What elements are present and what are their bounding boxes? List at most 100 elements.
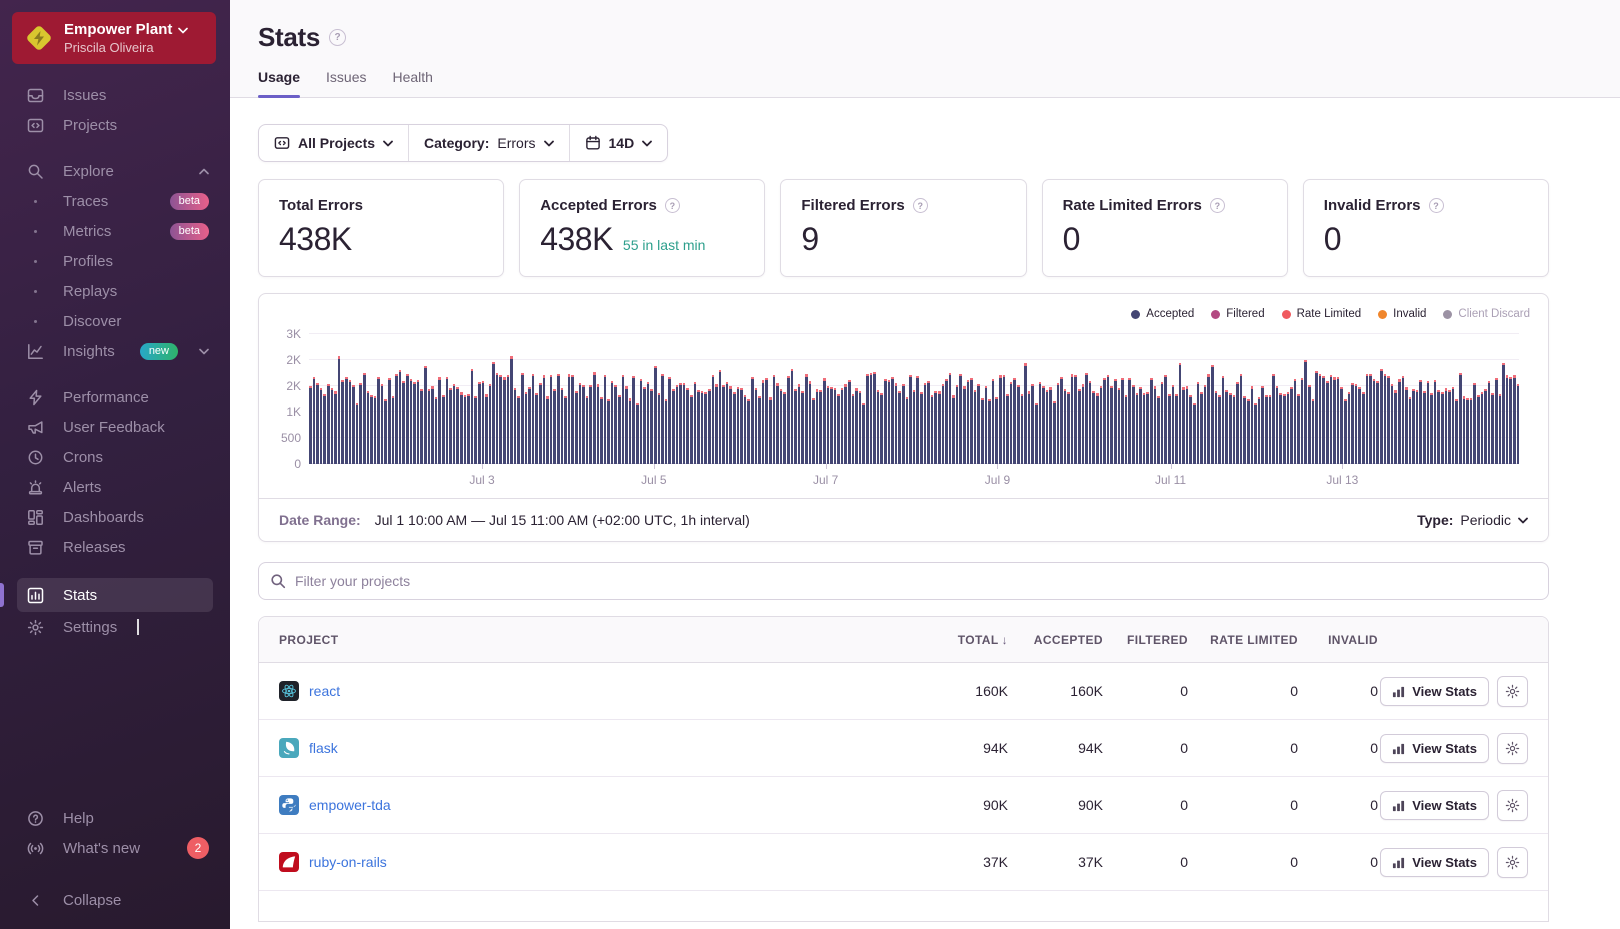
project-link[interactable]: react [309, 683, 340, 699]
chart-bar [1495, 378, 1498, 464]
chart-bar [428, 389, 431, 464]
tab-usage[interactable]: Usage [258, 69, 300, 97]
project-settings-button[interactable] [1497, 847, 1528, 878]
chart-bar [309, 386, 312, 464]
x-axis-tick-label: Jul 3 [469, 473, 494, 487]
sidebar-item-replays[interactable]: Replays [17, 276, 213, 306]
chart-bar [1297, 394, 1300, 464]
chart-bar [1179, 363, 1182, 464]
project-search-input[interactable] [258, 562, 1549, 600]
chart-bar [1175, 394, 1178, 464]
chart-bar [1114, 379, 1117, 464]
chart-bar [575, 391, 578, 464]
chart-bar [683, 383, 686, 464]
chart-bar [640, 379, 643, 464]
chart-bar [834, 388, 837, 464]
sidebar-item-stats[interactable]: Stats [17, 578, 213, 612]
project-link[interactable]: flask [309, 740, 338, 756]
column-header-filtered[interactable]: FILTERED [1103, 633, 1188, 647]
new-badge: new [140, 343, 178, 360]
sidebar: Empower Plant Priscila Oliveira Issues P… [0, 0, 230, 929]
legend-dot [1131, 310, 1140, 319]
sidebar-item-help[interactable]: Help [17, 803, 213, 833]
org-switcher[interactable]: Empower Plant Priscila Oliveira [12, 12, 216, 64]
project-settings-button[interactable] [1497, 733, 1528, 764]
sidebar-item-label: Settings [63, 619, 117, 636]
column-header-invalid[interactable]: INVALID [1298, 633, 1378, 647]
project-link[interactable]: ruby-on-rails [309, 854, 387, 870]
chart-bar [543, 375, 546, 464]
type-dropdown[interactable]: Type: Periodic [1417, 512, 1528, 528]
column-header-project[interactable]: PROJECT [279, 633, 918, 647]
chart-bar [909, 375, 912, 464]
view-stats-button[interactable]: View Stats [1380, 734, 1489, 763]
sidebar-item-discover[interactable]: Discover [17, 306, 213, 336]
sidebar-item-insights[interactable]: Insights new [17, 336, 213, 366]
column-header-total[interactable]: TOTAL↓ [918, 633, 1008, 647]
sidebar-item-settings[interactable]: Settings [17, 612, 213, 642]
app-window: Empower Plant Priscila Oliveira Issues P… [0, 0, 1620, 929]
help-icon[interactable]: ? [665, 198, 680, 213]
project-settings-button[interactable] [1497, 676, 1528, 707]
sidebar-item-dashboards[interactable]: Dashboards [17, 502, 213, 532]
help-icon[interactable]: ? [913, 198, 928, 213]
sidebar-item-performance[interactable]: Performance [17, 382, 213, 412]
table-row: react 160K 160K 0 0 0 View Stats [259, 663, 1548, 720]
chart-bar [1348, 392, 1351, 464]
tab-health[interactable]: Health [393, 69, 433, 97]
chart-bar [363, 373, 366, 465]
sidebar-item-metrics[interactable]: Metrics beta [17, 216, 213, 246]
sidebar-item-label: Discover [63, 313, 121, 330]
view-stats-button[interactable]: View Stats [1380, 677, 1489, 706]
chart-bar [1035, 403, 1038, 464]
help-icon[interactable]: ? [1429, 198, 1444, 213]
date-range-dropdown[interactable]: 14D [570, 125, 668, 161]
chart-bar [1272, 374, 1275, 465]
project-link[interactable]: empower-tda [309, 797, 391, 813]
chart-bar [794, 389, 797, 464]
sidebar-item-traces[interactable]: Traces beta [17, 186, 213, 216]
project-filter-dropdown[interactable]: All Projects [259, 125, 408, 161]
sidebar-item-explore[interactable]: Explore [17, 156, 213, 186]
legend-item-filtered[interactable]: Filtered [1211, 308, 1264, 320]
chart-bar [1082, 384, 1085, 464]
chart-bar [1197, 382, 1200, 464]
chart-bar [334, 391, 337, 464]
gear-icon [1505, 798, 1520, 813]
help-icon[interactable]: ? [1210, 198, 1225, 213]
chart-bar [539, 383, 542, 464]
legend-item-accepted[interactable]: Accepted [1131, 308, 1194, 320]
tab-issues[interactable]: Issues [326, 69, 366, 97]
chart-bar [888, 380, 891, 464]
sidebar-item-crons[interactable]: Crons [17, 442, 213, 472]
sidebar-item-projects[interactable]: Projects [17, 110, 213, 140]
page-help-icon[interactable]: ? [329, 29, 346, 46]
sidebar-item-profiles[interactable]: Profiles [17, 246, 213, 276]
category-filter-dropdown[interactable]: Category: Errors [409, 125, 568, 161]
legend-item-invalid[interactable]: Invalid [1378, 308, 1426, 320]
chart-bar [783, 392, 786, 464]
bullet-icon [27, 253, 44, 270]
chart-bar [1484, 389, 1487, 464]
sidebar-item-user-feedback[interactable]: User Feedback [17, 412, 213, 442]
sidebar-nav: Issues Projects Explore Traces beta [0, 80, 230, 658]
project-settings-button[interactable] [1497, 790, 1528, 821]
view-stats-label: View Stats [1412, 798, 1477, 813]
legend-item-client-discard[interactable]: Client Discard [1443, 308, 1530, 320]
sidebar-collapse-button[interactable]: Collapse [17, 885, 213, 915]
column-header-accepted[interactable]: ACCEPTED [1008, 633, 1103, 647]
legend-item-rate-limited[interactable]: Rate Limited [1282, 308, 1362, 320]
chart-bar [399, 370, 402, 464]
view-stats-button[interactable]: View Stats [1380, 848, 1489, 877]
sidebar-item-releases[interactable]: Releases [17, 532, 213, 562]
filter-bar: All Projects Category: Errors 14D [258, 124, 668, 162]
cell-invalid: 0 [1298, 683, 1378, 699]
sidebar-item-whats-new[interactable]: What's new 2 [17, 833, 213, 863]
beta-badge: beta [170, 193, 209, 210]
search-icon [270, 573, 286, 589]
sidebar-item-issues[interactable]: Issues [17, 80, 213, 110]
sidebar-item-alerts[interactable]: Alerts [17, 472, 213, 502]
view-stats-button[interactable]: View Stats [1380, 791, 1489, 820]
chart-bar [1100, 386, 1103, 464]
column-header-rate-limited[interactable]: RATE LIMITED [1188, 633, 1298, 647]
